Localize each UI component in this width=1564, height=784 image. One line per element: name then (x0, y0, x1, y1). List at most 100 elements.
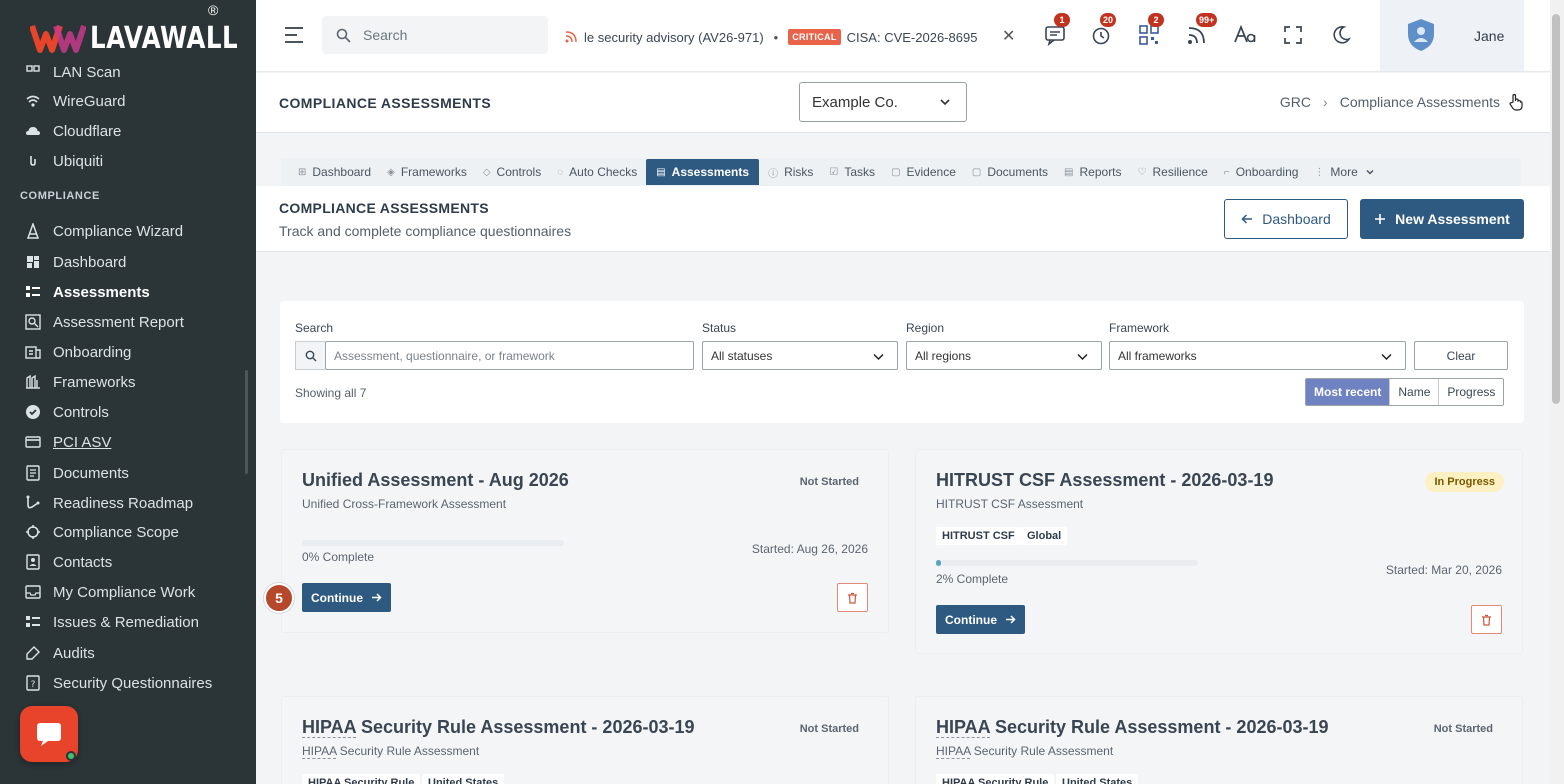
ticker-item-advisory[interactable]: le security advisory (AV26-971) (584, 30, 764, 45)
sidebar-item-label: Assessment Report (53, 313, 184, 331)
page-scrollbar-thumb[interactable] (1552, 14, 1560, 404)
sidebar-item-wireguard[interactable]: WireGuard (24, 88, 126, 114)
documents-icon (24, 464, 42, 482)
region-tag: Global (1021, 527, 1068, 545)
sidebar-item-assessments[interactable]: Assessments (24, 279, 150, 305)
chevron-right-icon: › (1323, 94, 1328, 110)
font-size-button[interactable] (1232, 22, 1258, 48)
step-marker: 5 (264, 583, 294, 613)
tab-label: Frameworks (400, 165, 467, 179)
assessment-subtitle: HIPAA Security Rule Assessment (302, 744, 479, 759)
new-assessment-button[interactable]: New Assessment (1360, 199, 1524, 239)
audits-icon (24, 644, 42, 662)
sidebar-item-ubiquiti[interactable]: Ubiquiti (24, 148, 103, 174)
sidebar-item-controls[interactable]: Controls (24, 399, 109, 425)
status-select[interactable]: All statuses (702, 341, 898, 370)
framework-select[interactable]: All frameworks (1109, 341, 1406, 370)
sidebar-item-label: Ubiquiti (53, 152, 104, 170)
sidebar-item-issues-remediation[interactable]: Issues & Remediation (24, 609, 199, 635)
dark-mode-button[interactable] (1328, 22, 1354, 48)
assessment-title[interactable]: HIPAA Security Rule Assessment - 2026-03… (302, 717, 695, 738)
tab-reports[interactable]: ▤ Reports (1057, 159, 1128, 185)
continue-button[interactable]: Continue (302, 583, 391, 612)
tab-dashboard[interactable]: ⊞ Dashboard (291, 159, 378, 185)
assessments-icon: ▤ (656, 166, 666, 178)
report-search-icon (24, 313, 42, 331)
tab-risks[interactable]: ⓘ Risks (761, 159, 820, 185)
sidebar-section-compliance: COMPLIANCE (20, 190, 100, 202)
documents-icon: ▢ (971, 166, 982, 178)
menu-toggle-icon[interactable] (284, 26, 304, 44)
font-size-icon (1234, 24, 1256, 43)
sidebar-item-frameworks[interactable]: Frameworks (24, 369, 136, 395)
sort-name-button[interactable]: Name (1389, 379, 1439, 405)
ticker-item-cisa[interactable]: CISA: CVE-2026-8695 (847, 30, 978, 45)
inbox-icon (24, 583, 42, 601)
qr-button[interactable]: 2 (1136, 13, 1164, 48)
delete-button[interactable] (837, 583, 868, 612)
news-ticker[interactable]: le security advisory (AV26-971) • CRITIC… (564, 24, 1018, 50)
organization-select[interactable]: Example Co. (799, 82, 967, 122)
tab-assessments[interactable]: ▤ Assessments (646, 159, 760, 185)
global-search-input[interactable]: Search (322, 16, 548, 54)
tab-evidence[interactable]: ▢ Evidence (884, 159, 963, 185)
tab-label: Documents (987, 165, 1049, 179)
assessment-title[interactable]: Unified Assessment - Aug 2026 (302, 470, 569, 491)
lavawall-logo[interactable]: LAVAWALL (30, 18, 256, 58)
tab-auto-checks[interactable]: ◌ Auto Checks (550, 159, 644, 185)
sidebar-scrollbar[interactable] (245, 370, 248, 474)
breadcrumb-grc[interactable]: GRC (1280, 94, 1311, 110)
user-menu[interactable]: Jane (1380, 0, 1524, 71)
clear-filters-button[interactable]: Clear (1414, 341, 1508, 370)
tab-resilience[interactable]: ♡ Resilience (1131, 159, 1215, 185)
sidebar-item-lan-scan[interactable]: LAN Scan (24, 59, 121, 85)
sidebar-item-compliance-scope[interactable]: Compliance Scope (24, 519, 179, 545)
sidebar-item-documents[interactable]: Documents (24, 460, 129, 486)
sidebar-item-security-questionnaires[interactable]: ? Security Questionnaires (24, 670, 212, 696)
assessment-search-input[interactable]: Assessment, questionnaire, or framework (325, 341, 694, 370)
tab-onboarding[interactable]: ⌐ Onboarding (1217, 159, 1306, 185)
cloud-icon (24, 122, 42, 140)
tab-more[interactable]: ⋮ More (1307, 159, 1381, 185)
assessment-title[interactable]: HITRUST CSF Assessment - 2026-03-19 (936, 470, 1273, 491)
region-select[interactable]: All regions (906, 341, 1102, 370)
continue-button[interactable]: Continue (936, 605, 1025, 634)
region-select-value: All regions (915, 348, 972, 363)
back-to-dashboard-button[interactable]: Dashboard (1224, 199, 1348, 239)
controls-icon (24, 403, 42, 421)
sidebar-item-audits[interactable]: Audits (24, 640, 95, 666)
sidebar-item-contacts[interactable]: Contacts (24, 549, 112, 575)
ticker-close-icon[interactable]: ✕ (1002, 26, 1015, 46)
status-select-value: All statuses (711, 348, 773, 363)
tab-label: Resilience (1152, 165, 1208, 179)
sidebar-item-onboarding[interactable]: Onboarding (24, 339, 131, 365)
sort-progress-button[interactable]: Progress (1438, 379, 1504, 405)
tab-tasks[interactable]: ☑ Tasks (822, 159, 882, 185)
feed-button[interactable]: 99+ (1184, 13, 1218, 48)
messages-button[interactable]: 1 (1042, 13, 1070, 48)
sidebar-item-readiness-roadmap[interactable]: Readiness Roadmap (24, 490, 193, 516)
delete-button[interactable] (1471, 605, 1502, 634)
section-header: COMPLIANCE ASSESSMENTS Track and complet… (256, 186, 1550, 252)
sidebar-item-pci-asv[interactable]: PCI ASV (24, 429, 111, 455)
sidebar-item-cloudflare[interactable]: Cloudflare (24, 118, 121, 144)
framework-tag: HIPAA Security Rule (302, 774, 421, 784)
sidebar-item-label: Assessments (53, 283, 150, 301)
sidebar-item-dashboard[interactable]: Dashboard (24, 249, 126, 275)
sort-most-recent-button[interactable]: Most recent (1306, 379, 1390, 405)
assessment-title[interactable]: HIPAA Security Rule Assessment - 2026-03… (936, 717, 1329, 738)
resilience-icon: ♡ (1137, 166, 1147, 178)
tab-documents[interactable]: ▢ Documents (965, 159, 1055, 185)
sidebar-item-compliance-wizard[interactable]: Compliance Wizard (24, 218, 183, 244)
trash-icon (848, 592, 857, 604)
assessment-subtitle-rest: Security Rule Assessment (970, 744, 1114, 758)
sidebar-item-assessment-report[interactable]: Assessment Report (24, 309, 184, 335)
sidebar-item-my-compliance-work[interactable]: My Compliance Work (24, 579, 195, 605)
sidebar-item-label: Readiness Roadmap (53, 494, 194, 512)
questionnaire-icon: ? (24, 674, 42, 692)
tab-label: Reports (1079, 165, 1122, 179)
tab-frameworks[interactable]: ◈ Frameworks (380, 159, 474, 185)
fullscreen-button[interactable] (1280, 22, 1306, 48)
alarm-button[interactable]: 20 (1088, 13, 1117, 48)
tab-controls[interactable]: ◇ Controls (476, 159, 548, 185)
